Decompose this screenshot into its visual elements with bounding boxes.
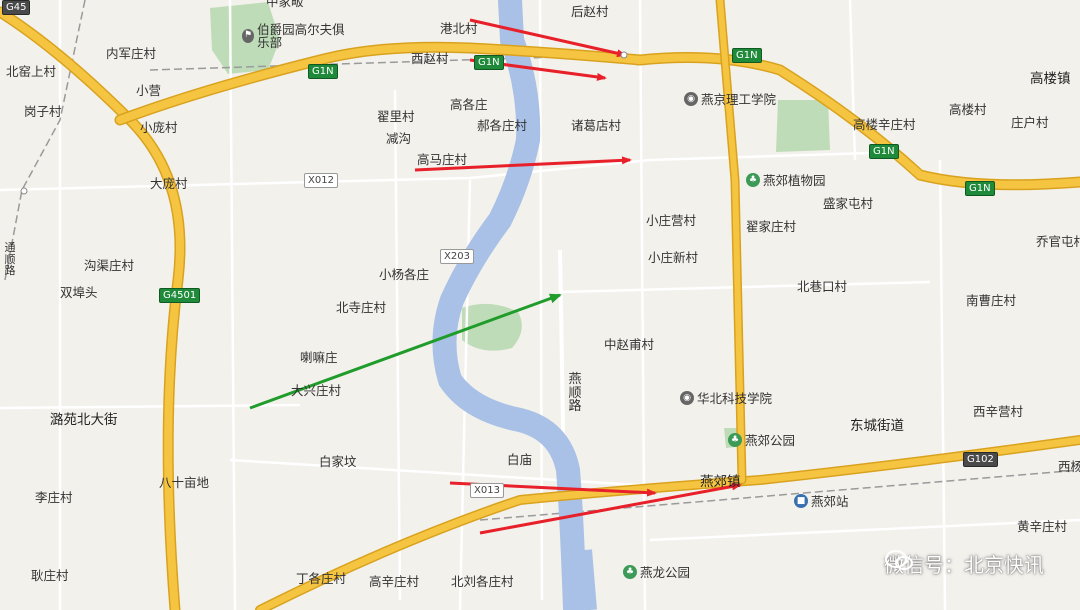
- park-icon: ♣: [746, 172, 760, 187]
- place-label: 李庄村: [35, 490, 73, 505]
- poi-golf-club[interactable]: ⚑ 伯爵园高尔夫俱乐部: [242, 23, 354, 49]
- place-label: 西杨: [1058, 459, 1080, 474]
- river-branch: [578, 549, 597, 610]
- minor-roads: [0, 0, 1080, 610]
- g1n-shield: G1N: [965, 181, 995, 196]
- poi-yanjiao-park[interactable]: ♣ 燕郊公园: [728, 430, 795, 449]
- g102-shield: G102: [963, 452, 998, 467]
- map-canvas[interactable]: G45 G1N G1N G1N G1N G1N X012 X203 G4501 …: [0, 0, 1080, 610]
- place-label: 庄户村: [1011, 115, 1049, 130]
- poi-yanjiao-station[interactable]: ■ 燕郊站: [794, 491, 849, 510]
- place-label: 高各庄: [450, 97, 488, 112]
- street-label: 潞苑北大街: [50, 412, 118, 428]
- place-label: 黄辛庄村: [1017, 519, 1068, 534]
- x012-shield: X012: [304, 173, 338, 188]
- poi-label: 燕郊植物园: [763, 173, 826, 188]
- place-label: 郝各庄村: [477, 118, 528, 133]
- place-label: 高楼辛庄村: [853, 117, 916, 132]
- place-label: 减沟: [386, 131, 412, 146]
- place-label: 白家坟: [319, 454, 357, 469]
- place-label: 沟渠庄村: [84, 258, 135, 273]
- place-label: 盛家屯村: [823, 196, 874, 211]
- school-icon: ◉: [680, 390, 694, 405]
- map-layer: [0, 0, 1080, 610]
- place-label: 耿庄村: [31, 568, 69, 583]
- g45-shield: G45: [2, 0, 31, 15]
- park-icon: ♣: [623, 564, 637, 579]
- place-label: 小庄新村: [648, 250, 699, 265]
- place-label: 西赵村: [411, 51, 449, 66]
- g4501-shield: G4501: [159, 288, 201, 303]
- wechat-watermark: 微信号：北京快讯: [884, 549, 1044, 578]
- place-label: 港北村: [440, 21, 478, 36]
- place-label: 翟里村: [377, 109, 415, 124]
- town-label: 燕郊镇: [700, 474, 741, 490]
- g1n-shield: G1N: [474, 55, 504, 70]
- place-label: 中赵甫村: [604, 337, 655, 352]
- district-label: 东城街道: [850, 418, 904, 434]
- place-label: 白庙: [507, 452, 533, 467]
- g1n-shield: G1N: [869, 144, 899, 159]
- poi-label: 燕郊公园: [745, 433, 796, 448]
- place-label: 八十亩地: [159, 475, 210, 490]
- place-label: 北巷口村: [797, 279, 848, 294]
- place-label: 诸葛店村: [571, 118, 622, 133]
- road-label-yanshun: 燕顺路: [568, 372, 582, 415]
- poi-botanic-garden[interactable]: ♣ 燕郊植物园: [746, 170, 826, 189]
- place-label: 北寺庄村: [336, 300, 387, 315]
- place-label: 中家畈: [266, 0, 304, 9]
- place-label: 大兴庄村: [291, 383, 342, 398]
- school-icon: ◉: [684, 91, 698, 106]
- botanic-park-area: [776, 100, 830, 152]
- place-label: 双埠头: [60, 285, 98, 300]
- x203-shield: X203: [440, 249, 474, 264]
- rail-node: [620, 51, 628, 59]
- place-label: 北刘各庄村: [451, 574, 514, 589]
- poi-yanlong-park[interactable]: ♣ 燕龙公园: [623, 562, 690, 581]
- train-station-icon: ■: [794, 493, 808, 508]
- place-label: 翟家庄村: [746, 219, 797, 234]
- wechat-icon: [885, 550, 913, 570]
- poi-label: 伯爵园高尔夫俱乐部: [257, 22, 345, 51]
- place-label: 高辛庄村: [369, 574, 420, 589]
- place-label: 内军庄村: [106, 46, 157, 61]
- poi-label: 华北科技学院: [697, 391, 773, 406]
- place-label: 小庄营村: [646, 213, 697, 228]
- golf-club-icon: ⚑: [242, 29, 255, 44]
- town-label: 高楼镇: [1030, 71, 1071, 87]
- place-label: 小杨各庄: [379, 267, 430, 282]
- place-label: 小庞村: [140, 120, 178, 135]
- poi-label: 燕龙公园: [640, 565, 691, 580]
- place-label: 南曹庄村: [966, 293, 1017, 308]
- place-label: 岗子村: [24, 104, 62, 119]
- place-label: 小营: [136, 83, 162, 98]
- place-label: 乔官屯村: [1036, 234, 1080, 249]
- place-label: 喇嘛庄: [300, 350, 338, 365]
- place-label: 大庞村: [150, 176, 188, 191]
- place-label: 丁各庄村: [296, 571, 347, 586]
- road-label-tongshun: 通顺路: [4, 241, 16, 278]
- place-label: 西辛营村: [973, 404, 1024, 419]
- poi-yanjing-institute[interactable]: ◉ 燕京理工学院: [684, 89, 776, 108]
- place-label: 高楼村: [949, 102, 987, 117]
- poi-label: 燕郊站: [811, 494, 849, 509]
- park-icon: ♣: [728, 432, 742, 447]
- g1n-shield: G1N: [308, 64, 338, 79]
- poi-label: 燕京理工学院: [701, 92, 777, 107]
- poi-huabei-institute[interactable]: ◉ 华北科技学院: [680, 388, 772, 407]
- place-label: 高马庄村: [417, 152, 468, 167]
- x013-shield: X013: [470, 483, 504, 498]
- place-label: 后赵村: [571, 4, 609, 19]
- g1n-shield: G1N: [732, 48, 762, 63]
- place-label: 北窑上村: [6, 64, 57, 79]
- rail-node: [20, 187, 28, 195]
